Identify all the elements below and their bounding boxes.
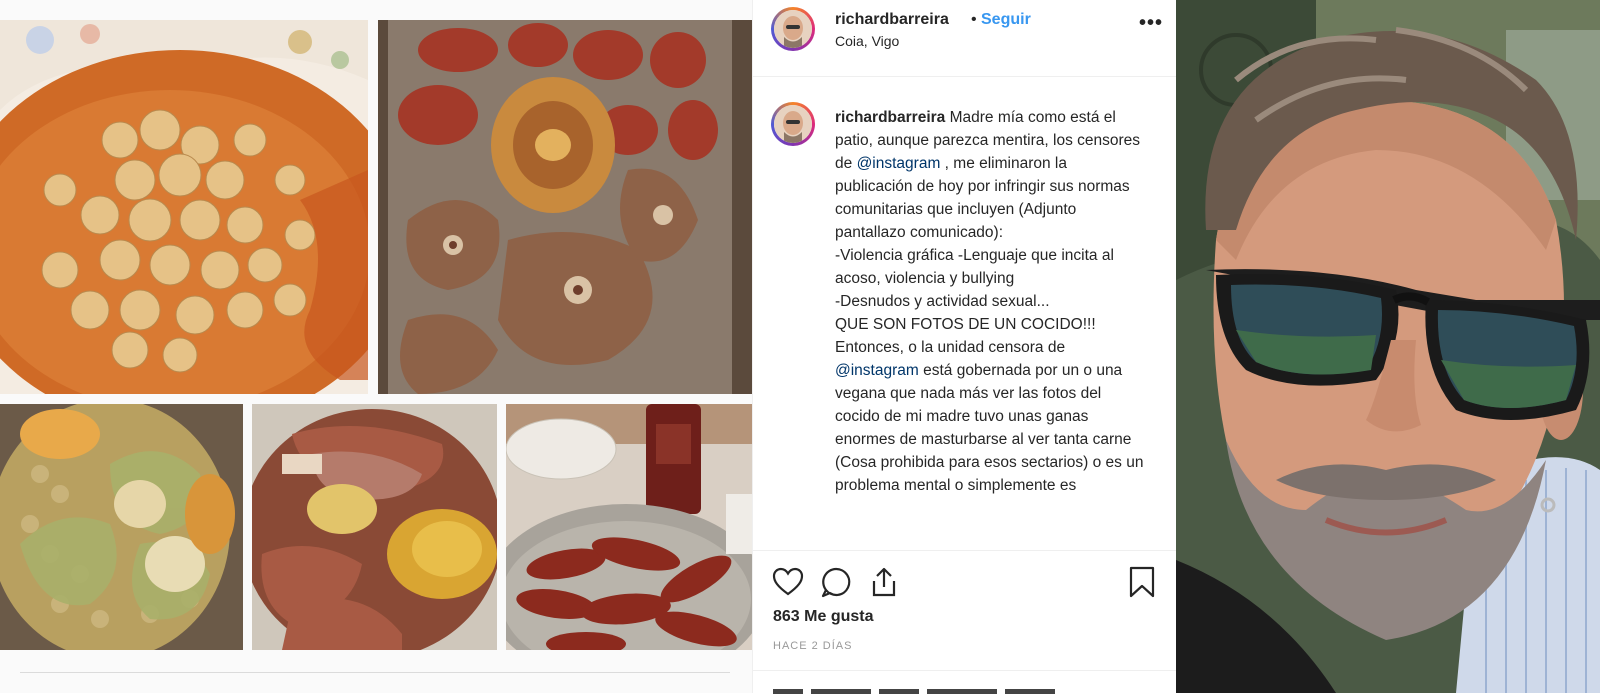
divider [20,672,730,673]
post-timestamp: HACE 2 DÍAS [773,640,853,652]
username-link[interactable]: richardbarreira [835,11,949,29]
action-bar [753,550,1177,611]
selfie-photo [1176,0,1600,693]
post-header: richardbarreira • Seguir Coia, Vigo ••• [753,0,1177,77]
bookmark-icon[interactable] [1125,565,1159,599]
boiled-meats-photo: › [378,20,752,394]
caption-text: -Violencia gráfica -Lenguaje que incita … [835,247,1114,287]
instagram-post-panel: richardbarreira • Seguir Coia, Vigo ••• … [752,0,1178,694]
share-icon[interactable] [867,565,901,599]
chickpeas-photo [0,20,368,394]
avatar[interactable] [771,7,815,51]
cabbage-potato-photo [0,404,243,650]
pork-chicken-photo [252,404,497,650]
mention-link[interactable]: @instagram [857,155,941,172]
more-options-icon[interactable]: ••• [1139,12,1163,35]
caption-avatar[interactable] [771,102,815,146]
caption-text: Entonces, o la unidad censora de [835,339,1066,356]
mention-link[interactable]: @instagram [835,362,919,379]
heart-icon[interactable] [771,565,805,599]
divider [753,670,1177,671]
comment-bubble-icon[interactable] [819,565,853,599]
caption-text: QUE SON FOTOS DE UN COCIDO!!! [835,316,1096,333]
caption-username-link[interactable]: richardbarreira [835,109,945,126]
location-link[interactable]: Coia, Vigo [835,33,899,49]
caption-text: -Desnudos y actividad sexual... [835,293,1050,310]
separator-dot: • [971,11,977,28]
photo-collage: › [0,0,752,693]
follow-button[interactable]: Seguir [981,11,1031,29]
chorizo-table-photo [506,404,752,650]
post-caption: richardbarreira Madre mía como está el p… [835,106,1147,546]
caption-text: está gobernada por un o una vegana que n… [835,362,1144,494]
likes-count[interactable]: 863 Me gusta [773,608,873,626]
